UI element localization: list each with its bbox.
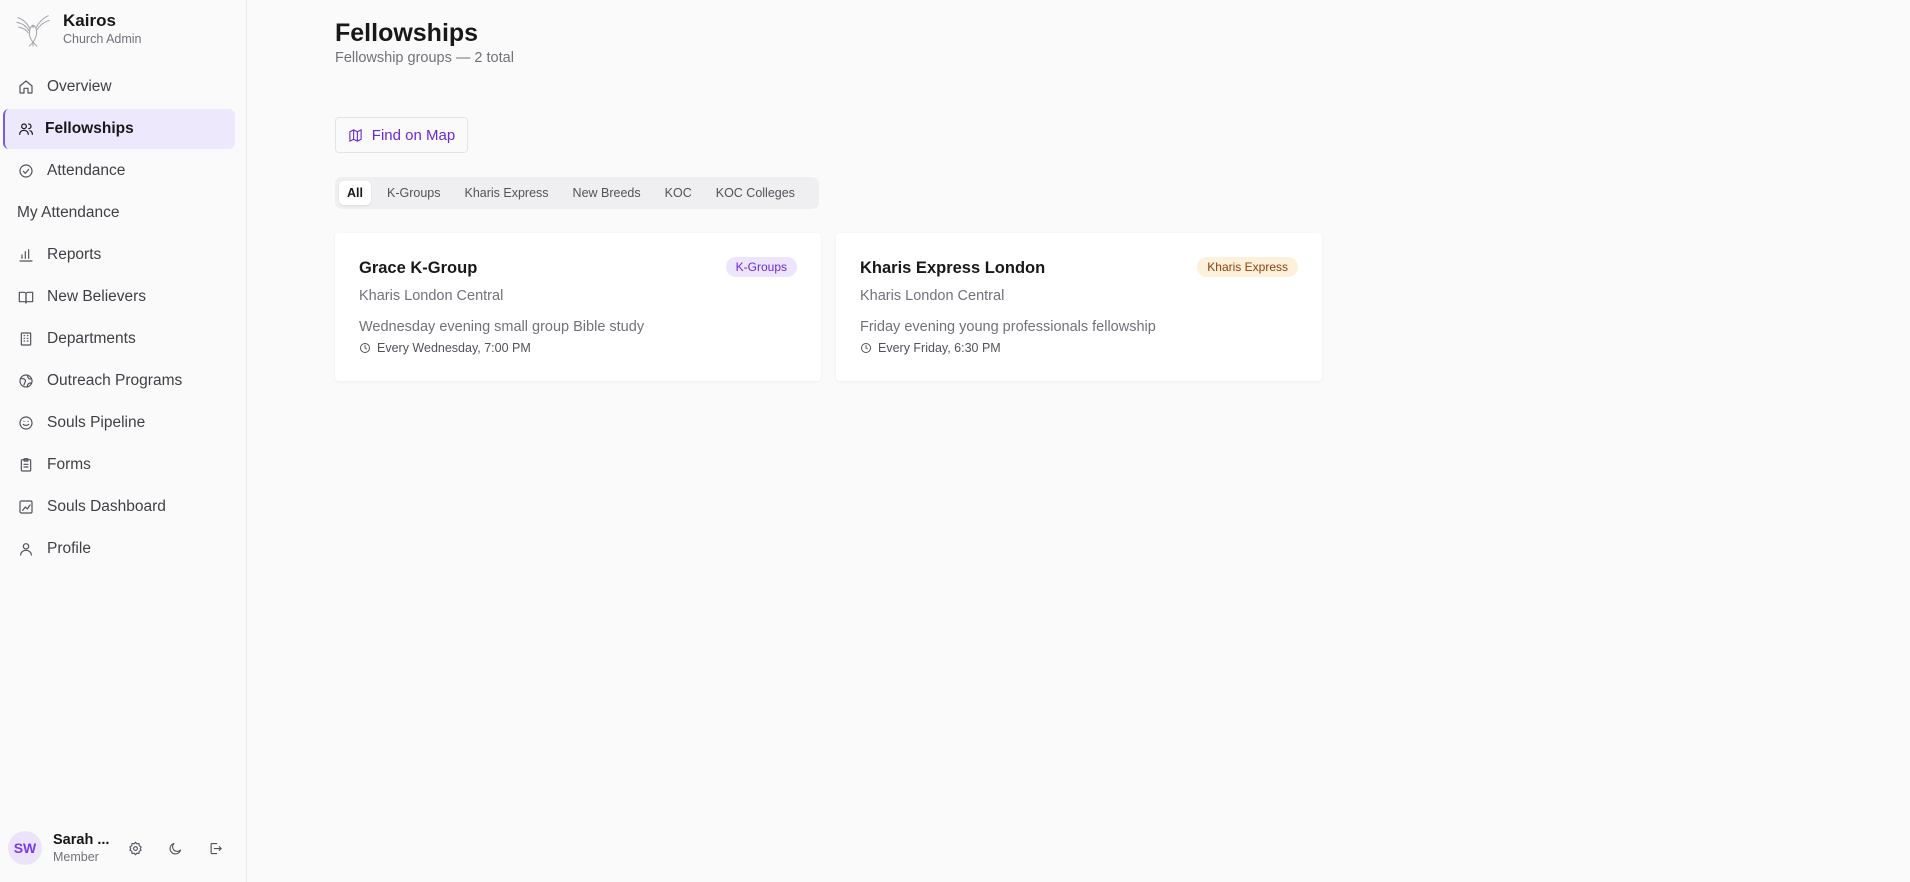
card-schedule: Every Wednesday, 7:00 PM [359,341,531,355]
check-circle-icon [18,163,34,179]
sidebar-item-label: Outreach Programs [47,372,183,389]
smile-icon [18,415,34,431]
card-title: Kharis Express London [860,259,1046,277]
tab-all[interactable]: All [339,181,371,205]
theme-toggle-button[interactable] [155,831,195,865]
sidebar-item-fellowships[interactable]: Fellowships [3,109,235,149]
sidebar-item-label: Forms [47,456,91,473]
tab-koc[interactable]: KOC [657,181,700,205]
users-icon [18,121,34,137]
sidebar-item-my-attendance[interactable]: My Attendance [3,193,235,233]
clock-icon [861,343,871,353]
book-open-icon [18,289,34,305]
logout-button[interactable] [195,831,235,865]
sidebar-item-souls-dashboard[interactable]: Souls Dashboard [3,487,235,527]
building-icon [18,331,34,347]
sidebar-item-label: Souls Pipeline [47,414,146,431]
card-description: Wednesday evening small group Bible stud… [359,319,645,335]
sidebar-item-label: Departments [47,330,136,347]
clipboard-icon [18,457,34,473]
category-badge: Kharis Express [1197,257,1298,277]
settings-button[interactable] [115,831,155,865]
user-role: Member [53,850,99,864]
fellowship-card[interactable]: Kharis Express London Kharis Express Kha… [836,233,1322,381]
find-on-map-label: Find on Map [371,126,456,144]
brand[interactable]: Kairos Church Admin [14,10,142,48]
sidebar-item-souls-pipeline[interactable]: Souls Pipeline [3,403,235,443]
user-name: Sarah ... [53,832,110,848]
sidebar-item-label: Attendance [47,162,126,179]
sidebar-item-reports[interactable]: Reports [3,235,235,275]
card-schedule: Every Friday, 6:30 PM [860,341,1001,355]
user-info: Sarah ... Member [53,831,115,865]
sidebar-item-label: Profile [47,540,91,557]
sidebar-item-label: Reports [47,246,102,263]
fellowship-card[interactable]: Grace K-Group K-Groups Kharis London Cen… [335,233,821,381]
card-location: Kharis London Central [359,288,504,304]
sidebar-item-attendance[interactable]: Attendance [3,151,235,191]
tab-koc-colleges[interactable]: KOC Colleges [708,181,803,205]
page-subtitle: Fellowship groups — 2 total [335,50,514,66]
tab-kharis-express[interactable]: Kharis Express [456,181,556,205]
card-schedule-text: Every Wednesday, 7:00 PM [377,341,531,355]
dashboard-icon [18,499,34,515]
sidebar-item-departments[interactable]: Departments [3,319,235,359]
map-icon [349,128,362,142]
sidebar-item-label: Fellowships [45,120,134,137]
sidebar-item-forms[interactable]: Forms [3,445,235,485]
category-badge: K-Groups [725,257,797,277]
find-on-map-button[interactable]: Find on Map [335,117,468,153]
card-description: Friday evening young professionals fello… [860,319,1156,335]
gear-icon [128,841,142,855]
bar-chart-icon [18,247,34,263]
user-icon [18,541,34,557]
dove-logo-icon [16,15,50,47]
sidebar-item-label: Overview [47,78,112,95]
home-icon [18,79,34,95]
card-title: Grace K-Group [359,259,478,277]
clock-icon [360,343,370,353]
logout-icon [210,842,222,854]
sidebar-item-profile[interactable]: Profile [3,529,235,569]
sidebar-item-new-believers[interactable]: New Believers [3,277,235,317]
sidebar-nav: Overview Fellowships Attendance My Atten… [3,67,235,571]
sidebar-item-overview[interactable]: Overview [3,67,235,107]
sidebar-item-label: New Believers [47,288,147,305]
globe-icon [18,373,34,389]
sidebar-item-label: My Attendance [17,204,120,221]
user-bar: SW Sarah ... Member [8,831,235,865]
card-location: Kharis London Central [860,288,1005,304]
page-title: Fellowships [335,19,479,47]
sidebar: Kairos Church Admin Overview Fellowships… [0,0,247,882]
tab-new-breeds[interactable]: New Breeds [565,181,649,205]
avatar[interactable]: SW [8,831,42,865]
brand-title: Kairos [63,11,116,30]
tab-k-groups[interactable]: K-Groups [379,181,449,205]
sidebar-item-label: Souls Dashboard [47,498,166,515]
brand-subtitle: Church Admin [63,32,142,46]
card-schedule-text: Every Friday, 6:30 PM [878,341,1001,355]
moon-icon [169,842,181,854]
fellowship-filter-tabs: All K-Groups Kharis Express New Breeds K… [335,177,819,209]
sidebar-item-outreach-programs[interactable]: Outreach Programs [3,361,235,401]
